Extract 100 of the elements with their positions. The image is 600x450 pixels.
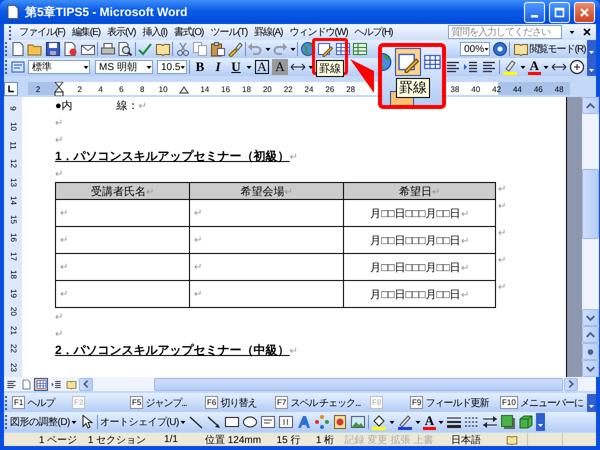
indent-icon[interactable] (462, 59, 479, 75)
fill-bucket-icon[interactable] (370, 414, 387, 430)
draw-menu-button[interactable]: 図形の調整(D) (10, 414, 77, 430)
grip-handle[interactable] (4, 40, 8, 58)
printer-icon[interactable] (100, 41, 116, 57)
checkmark-icon[interactable] (137, 41, 153, 57)
paragraph-mark: ↵ (55, 168, 63, 180)
rectangle-icon[interactable] (224, 414, 240, 430)
function-key-button[interactable]: F6 切り替え (205, 396, 256, 410)
font-color-button[interactable]: A (528, 60, 541, 74)
menu-item[interactable]: ヘルプ(H) (354, 25, 392, 39)
reading-mode-button[interactable]: 閲覧モード(R) (512, 41, 586, 57)
function-key-button[interactable]: F7 スペル チェック... (275, 396, 360, 410)
text-box-icon[interactable] (260, 414, 276, 430)
paragraph-mark: ↵ (290, 150, 298, 162)
ruler-number: 42 (492, 84, 502, 94)
brush-icon[interactable] (227, 41, 243, 57)
line-icon[interactable] (188, 414, 204, 430)
menu-item[interactable]: ツール(T) (210, 25, 248, 39)
grip-handle[interactable] (8, 24, 12, 40)
grip-handle[interactable] (4, 394, 8, 412)
menu-item[interactable]: ウィンドウ(W) (290, 25, 348, 39)
toolbar-options-icon[interactable] (587, 58, 596, 76)
cell-text: 月□□日□□□月□□日 (370, 208, 461, 220)
function-key-button[interactable]: F5 ジャンプ... (130, 396, 187, 410)
menu-item[interactable]: 罫線(A) (254, 25, 282, 39)
status-field: 上書 (412, 433, 435, 446)
toolbar-options-icon[interactable] (587, 40, 596, 58)
diagram-icon[interactable] (314, 414, 330, 430)
indent-marker-icon[interactable] (178, 84, 189, 94)
font-field[interactable]: MS 明朝 (95, 60, 153, 74)
arrow-icon[interactable] (206, 414, 222, 430)
book-icon[interactable] (512, 41, 529, 57)
toolbar-options-icon[interactable] (587, 394, 596, 412)
maximize-icon[interactable] (554, 6, 565, 18)
clipart-icon[interactable] (332, 414, 348, 430)
ruler-number: 24 (304, 84, 314, 94)
indent-marker-icon[interactable] (54, 82, 64, 96)
paragraph-mark: ↵ (60, 289, 68, 300)
shadow-icon[interactable] (500, 414, 516, 430)
picture-icon[interactable] (350, 414, 366, 430)
toolbar-options-icon[interactable] (536, 413, 546, 431)
spreadsheet-icon[interactable] (352, 41, 368, 57)
book-icon[interactable] (154, 41, 170, 57)
magnifier-icon[interactable] (117, 41, 133, 57)
ruler-number: 14 (8, 196, 18, 206)
table-pencil-icon[interactable] (317, 41, 333, 57)
grip-handle[interactable] (4, 413, 8, 431)
menu-item[interactable]: 挿入(I) (142, 25, 167, 39)
cube-icon[interactable] (518, 414, 534, 430)
highlighter-icon[interactable] (502, 59, 518, 75)
page-badge-icon[interactable] (62, 41, 78, 57)
paragraph-mark: ↵ (290, 344, 298, 356)
paragraph-mark: ↵ (460, 208, 469, 220)
help-search-field[interactable]: 質問を入力してください (448, 25, 562, 39)
zoom-field[interactable]: 00% (460, 42, 490, 56)
underline-button[interactable]: U (228, 59, 244, 75)
grip-handle[interactable] (4, 58, 8, 76)
tab-stop-icon[interactable] (4, 82, 18, 96)
table-icon[interactable] (423, 52, 442, 72)
list-icon[interactable] (444, 59, 461, 75)
save-icon[interactable] (44, 41, 60, 57)
shaded-button[interactable]: A (272, 59, 288, 75)
arrow-style-icon[interactable] (482, 414, 498, 430)
scissors-icon[interactable] (174, 41, 190, 57)
minimize-button[interactable] (524, 2, 545, 22)
font-size-field[interactable]: 10.5 (157, 60, 187, 74)
autoshapes-button[interactable]: オートシェイプ(U) (100, 414, 186, 430)
menu-item[interactable]: ファイル(F) (19, 25, 65, 39)
status-field: 拡張 (389, 433, 412, 446)
section-heading: 2．パソコンスキルアップセミナー（中級） (55, 342, 290, 359)
close-icon[interactable] (582, 27, 592, 37)
maximize-button[interactable] (549, 2, 570, 22)
font-color-button[interactable]: A (422, 414, 436, 430)
cell-text: 受講者氏名 (91, 186, 146, 198)
function-key-button[interactable]: F1 ヘルプ (12, 396, 54, 410)
pen-icon[interactable] (396, 414, 413, 430)
function-key-button[interactable]: F10 メニューバーに (500, 396, 583, 410)
menu-item[interactable]: 書式(O) (174, 25, 204, 39)
styles-icon[interactable] (10, 59, 26, 75)
list-icon[interactable] (480, 59, 497, 75)
cell-text: 月□□日□□□月□□日 (370, 288, 461, 300)
close-button[interactable] (574, 2, 595, 22)
bold-button[interactable]: B (192, 59, 208, 75)
style-field[interactable]: 標準 (28, 60, 90, 74)
boxed-button[interactable]: A (255, 60, 269, 74)
italic-button[interactable]: I (210, 59, 226, 75)
vertical-text-box-icon[interactable] (278, 414, 294, 430)
menu-item[interactable]: 表示(V) (107, 25, 136, 39)
wordart-icon[interactable] (296, 414, 312, 430)
scroll-thumb[interactable] (582, 169, 599, 239)
help-icon[interactable] (492, 41, 508, 57)
oval-icon[interactable] (242, 414, 258, 430)
clipboard-icon[interactable] (210, 41, 226, 57)
scroll-thumb[interactable] (154, 378, 563, 390)
menu-item[interactable]: 編集(E) (72, 25, 100, 39)
circle-icon[interactable] (569, 59, 585, 75)
ruler-number: 21 (8, 326, 18, 335)
paragraph-mark: ↵ (498, 200, 506, 212)
function-key-button[interactable]: F9 フィールド更新 (410, 396, 488, 410)
